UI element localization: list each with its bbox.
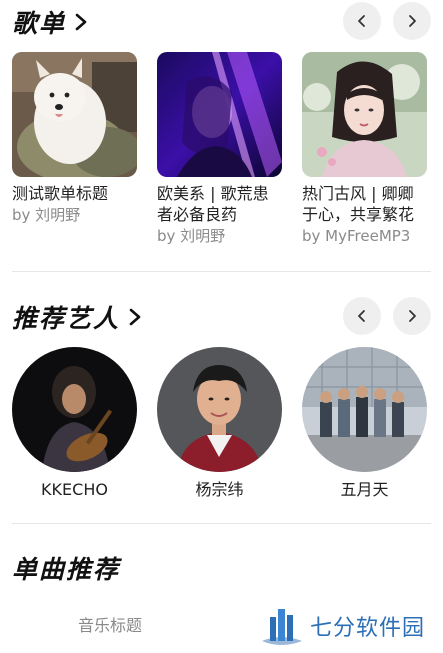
- artist-avatar: [157, 347, 282, 472]
- playlists-title: 歌单: [12, 9, 67, 38]
- playlist-title: 测试歌单标题: [12, 184, 109, 203]
- watermark: 七分软件园: [258, 603, 425, 649]
- artist-list: KKECHO 杨宗纬 五月天: [12, 347, 427, 500]
- guofeng-portrait-photo: [302, 52, 427, 177]
- chevron-right-icon: [409, 310, 416, 322]
- songs-header: 单曲推荐: [12, 546, 431, 590]
- artist-avatar: [302, 347, 427, 472]
- artists-title: 推荐艺人: [12, 304, 121, 333]
- playlist-list: 测试歌单标题 by 刘明野 欧美系 | 歌荒患者必备良药 by 刘明野 热门古风…: [12, 52, 427, 246]
- artist-card[interactable]: KKECHO: [12, 347, 137, 500]
- artists-title-link[interactable]: 推荐艺人: [12, 299, 144, 335]
- playlist-card[interactable]: 欧美系 | 歌荒患者必备良药 by 刘明野: [157, 52, 282, 246]
- watermark-text: 七分软件园: [310, 616, 426, 641]
- artist-card[interactable]: 五月天: [302, 347, 427, 500]
- artists-nav: [343, 297, 431, 335]
- building-logo-icon: [262, 609, 302, 645]
- playlist-cover: [157, 52, 282, 177]
- artist-card[interactable]: 杨宗纬: [157, 347, 282, 500]
- chevron-left-icon: [358, 15, 365, 27]
- artist-avatar: [12, 347, 137, 472]
- guitarist-photo: [12, 347, 137, 472]
- neon-portrait-photo: [157, 52, 282, 177]
- playlist-title: 热门古风 | 卿卿于心，共享繁花: [302, 184, 415, 224]
- playlist-card[interactable]: 热门古风 | 卿卿于心，共享繁花 by MyFreeMP3: [302, 52, 427, 246]
- artist-name: 杨宗纬: [195, 480, 244, 499]
- artists-prev-button[interactable]: [343, 297, 381, 335]
- singer-portrait-photo: [157, 347, 282, 472]
- artists-next-button[interactable]: [393, 297, 431, 335]
- artist-name: 五月天: [340, 480, 389, 499]
- chevron-right-icon: [129, 308, 141, 326]
- playlist-cover: [302, 52, 427, 177]
- songs-title: 单曲推荐: [12, 555, 121, 584]
- artist-name: KKECHO: [41, 480, 108, 499]
- playlist-card[interactable]: 测试歌单标题 by 刘明野: [12, 52, 137, 246]
- playlist-author: by 刘明野: [157, 227, 226, 245]
- band-photo: [302, 347, 427, 472]
- section-divider: [12, 523, 431, 524]
- playlists-title-link[interactable]: 歌单: [12, 4, 90, 40]
- chevron-left-icon: [358, 310, 365, 322]
- playlists-header: 歌单: [12, 0, 431, 44]
- playlists-nav: [343, 2, 431, 40]
- playlist-title: 欧美系 | 歌荒患者必备良药: [157, 184, 269, 224]
- dog-photo: [12, 52, 137, 177]
- chevron-right-icon: [409, 15, 416, 27]
- song-title-tab[interactable]: 音乐标题: [78, 612, 142, 636]
- chevron-right-icon: [75, 13, 87, 31]
- section-divider: [12, 271, 431, 272]
- artists-header: 推荐艺人: [12, 295, 431, 339]
- playlist-author: by 刘明野: [12, 206, 81, 224]
- playlists-next-button[interactable]: [393, 2, 431, 40]
- playlist-cover: [12, 52, 137, 177]
- playlist-author: by MyFreeMP3: [302, 227, 411, 245]
- playlists-prev-button[interactable]: [343, 2, 381, 40]
